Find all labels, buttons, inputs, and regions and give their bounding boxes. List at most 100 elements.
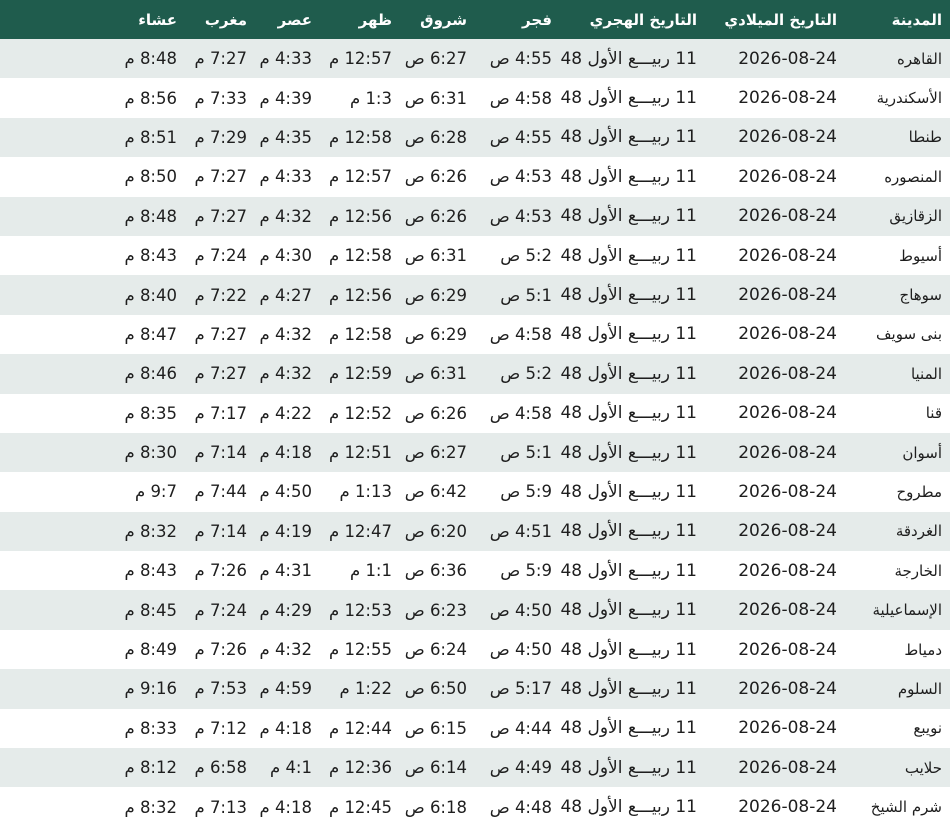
cell-sunrise: 6:50 ص bbox=[404, 679, 467, 699]
table-header-row: المدينة التاريخ الميلادي التاريخ الهجري … bbox=[0, 0, 950, 39]
table-row: أسيوط 2026-08-24 11 ربيـــع الأول 1448 5:2 … bbox=[0, 235, 950, 276]
cell-hijri-date: 11 ربيـــع الأول 1448 bbox=[560, 285, 697, 306]
cell-fajr: 4:50 ص bbox=[489, 600, 552, 620]
table-row: المنصوره 2026-08-24 11 ربيـــع الأول 1448 4… bbox=[0, 157, 950, 197]
cell-maghrib: 7:17 م bbox=[194, 403, 247, 423]
cell-isha: 9:7 م bbox=[134, 482, 177, 502]
table-row: المنيا 2026-08-24 11 ربيـــع الأول 1448 5:2… bbox=[0, 354, 950, 394]
cell-hijri-date: 11 ربيـــع الأول 1448 bbox=[560, 88, 697, 109]
cell-hijri-date: 11 ربيـــع الأول 1448 bbox=[560, 127, 697, 148]
column-header-asr: عصر bbox=[277, 10, 312, 29]
cell-city: السلوم bbox=[897, 679, 942, 698]
cell-gregorian-date: 2026-08-24 bbox=[738, 206, 837, 227]
table-row: طنطا 2026-08-24 11 ربيـــع الأول 1448 4:55 … bbox=[0, 117, 950, 158]
cell-fajr: 4:44 ص bbox=[489, 718, 552, 738]
cell-dhuhr: 12:52 م bbox=[328, 403, 392, 423]
cell-isha: 9:16 م bbox=[124, 679, 177, 699]
cell-gregorian-date: 2026-08-24 bbox=[738, 678, 837, 699]
cell-maghrib: 7:24 م bbox=[194, 600, 247, 620]
cell-asr: 4:29 م bbox=[259, 600, 312, 620]
cell-sunrise: 6:26 ص bbox=[404, 403, 467, 423]
cell-asr: 4:39 م bbox=[259, 88, 312, 108]
cell-fajr: 5:1 ص bbox=[500, 285, 552, 305]
cell-maghrib: 7:29 م bbox=[194, 127, 247, 147]
cell-maghrib: 7:33 م bbox=[194, 88, 247, 108]
column-header-gregorian-date: التاريخ الميلادي bbox=[724, 10, 837, 29]
cell-gregorian-date: 2026-08-24 bbox=[738, 797, 837, 818]
cell-sunrise: 6:26 ص bbox=[404, 167, 467, 187]
cell-maghrib: 6:58 م bbox=[194, 758, 247, 778]
cell-city: المنيا bbox=[910, 364, 942, 383]
cell-maghrib: 7:27 م bbox=[194, 49, 247, 69]
table-row: الإسماعيلية 2026-08-24 11 ربيـــع الأول 14… bbox=[0, 590, 950, 630]
cell-maghrib: 7:24 م bbox=[194, 246, 247, 266]
cell-isha: 8:48 م bbox=[124, 49, 177, 69]
cell-asr: 4:31 م bbox=[259, 561, 312, 581]
cell-asr: 4:27 م bbox=[259, 285, 312, 305]
cell-maghrib: 7:26 م bbox=[194, 561, 247, 581]
cell-dhuhr: 12:59 م bbox=[328, 364, 392, 384]
cell-hijri-date: 11 ربيـــع الأول 1448 bbox=[560, 403, 697, 424]
cell-sunrise: 6:14 ص bbox=[404, 758, 467, 778]
table-body: القاهره 2026-08-24 11 ربيـــع الأول 1448 4:… bbox=[0, 39, 950, 827]
cell-maghrib: 7:14 م bbox=[194, 521, 247, 541]
cell-city: دمياط bbox=[904, 640, 942, 659]
cell-isha: 8:35 م bbox=[124, 403, 177, 423]
cell-dhuhr: 12:57 م bbox=[328, 49, 392, 69]
cell-isha: 8:43 م bbox=[124, 246, 177, 266]
cell-asr: 4:32 م bbox=[259, 364, 312, 384]
cell-dhuhr: 1:13 م bbox=[339, 482, 392, 502]
cell-city: الإسماعيلية bbox=[872, 601, 942, 620]
prayer-times-table: المدينة التاريخ الميلادي التاريخ الهجري … bbox=[0, 0, 950, 827]
column-header-sunrise: شروق bbox=[420, 10, 467, 29]
cell-fajr: 4:51 ص bbox=[489, 521, 552, 541]
column-header-maghrib: مغرب bbox=[204, 10, 247, 29]
cell-city: طنطا bbox=[908, 128, 942, 147]
column-header-fajr: فجر bbox=[522, 10, 552, 29]
cell-asr: 4:32 م bbox=[259, 324, 312, 344]
cell-city: قنا bbox=[925, 404, 942, 423]
cell-asr: 4:18 م bbox=[259, 718, 312, 738]
column-header-dhuhr: ظهر bbox=[358, 10, 392, 29]
cell-gregorian-date: 2026-08-24 bbox=[738, 324, 837, 345]
cell-sunrise: 6:26 ص bbox=[404, 206, 467, 226]
cell-isha: 8:30 م bbox=[124, 443, 177, 463]
cell-city: الخارجة bbox=[894, 561, 942, 580]
cell-city: القاهره bbox=[897, 49, 942, 68]
cell-asr: 4:32 م bbox=[259, 640, 312, 660]
cell-hijri-date: 11 ربيـــع الأول 1448 bbox=[560, 600, 697, 621]
cell-gregorian-date: 2026-08-24 bbox=[738, 718, 837, 739]
cell-gregorian-date: 2026-08-24 bbox=[738, 48, 837, 69]
cell-sunrise: 6:24 ص bbox=[404, 640, 467, 660]
cell-asr: 4:33 م bbox=[259, 49, 312, 69]
cell-hijri-date: 11 ربيـــع الأول 1448 bbox=[560, 206, 697, 227]
cell-fajr: 4:55 ص bbox=[489, 127, 552, 147]
cell-dhuhr: 12:36 م bbox=[328, 758, 392, 778]
cell-hijri-date: 11 ربيـــع الأول 1448 bbox=[560, 560, 697, 581]
cell-maghrib: 7:44 م bbox=[194, 482, 247, 502]
cell-maghrib: 7:27 م bbox=[194, 206, 247, 226]
cell-city: نويبع bbox=[913, 719, 942, 738]
cell-hijri-date: 11 ربيـــع الأول 1448 bbox=[560, 639, 697, 660]
cell-sunrise: 6:27 ص bbox=[404, 443, 467, 463]
table-row: الغردقة 2026-08-24 11 ربيـــع الأول 1448 4:… bbox=[0, 511, 950, 552]
cell-isha: 8:56 م bbox=[124, 88, 177, 108]
cell-isha: 8:33 م bbox=[124, 718, 177, 738]
cell-dhuhr: 12:58 م bbox=[328, 324, 392, 344]
cell-fajr: 4:53 ص bbox=[489, 206, 552, 226]
cell-fajr: 4:55 ص bbox=[489, 49, 552, 69]
cell-asr: 4:50 م bbox=[259, 482, 312, 502]
cell-sunrise: 6:42 ص bbox=[404, 482, 467, 502]
cell-city: الغردقة bbox=[895, 522, 942, 541]
cell-isha: 8:50 م bbox=[124, 167, 177, 187]
cell-dhuhr: 12:57 م bbox=[328, 167, 392, 187]
cell-hijri-date: 11 ربيـــع الأول 1448 bbox=[560, 363, 697, 384]
cell-fajr: 4:49 ص bbox=[489, 758, 552, 778]
cell-fajr: 4:58 ص bbox=[489, 88, 552, 108]
cell-sunrise: 6:29 ص bbox=[404, 324, 467, 344]
cell-hijri-date: 11 ربيـــع الأول 1448 bbox=[560, 442, 697, 463]
cell-gregorian-date: 2026-08-24 bbox=[738, 560, 837, 581]
cell-fajr: 5:17 ص bbox=[489, 679, 552, 699]
cell-sunrise: 6:31 ص bbox=[404, 88, 467, 108]
cell-dhuhr: 12:44 م bbox=[328, 718, 392, 738]
